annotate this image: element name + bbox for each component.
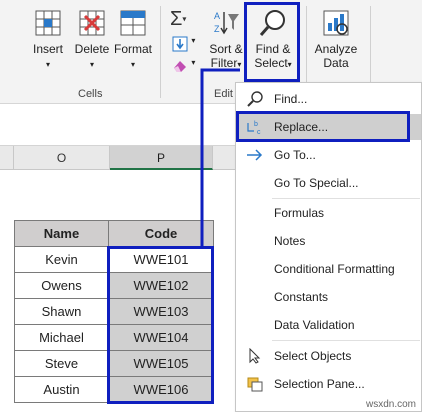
menu-item-data-validation[interactable]: Data Validation: [236, 312, 421, 338]
menu-item-label: Find...: [274, 92, 308, 106]
watermark-text: wsxdn.com: [365, 399, 416, 410]
menu-item-goto[interactable]: Go To...: [236, 142, 421, 168]
menu-item-conditional-formatting[interactable]: Conditional Formatting: [236, 256, 421, 282]
menu-item-selection-pane[interactable]: Selection Pane...: [236, 371, 421, 397]
search-icon: [247, 91, 263, 107]
find-select-highlight: [244, 2, 300, 82]
menu-item-select-objects[interactable]: Select Objects: [236, 343, 421, 369]
menu-item-label: Constants: [274, 290, 329, 304]
menu-item-label: Select Objects: [274, 349, 352, 363]
menu-item-label: Conditional Formatting: [274, 262, 395, 276]
code-range-highlight: [107, 246, 214, 404]
menu-divider: [272, 340, 420, 341]
menu-item-formulas[interactable]: Formulas: [236, 200, 421, 226]
pointer-icon: [249, 348, 261, 364]
menu-item-find[interactable]: Find...: [236, 86, 421, 112]
menu-item-label: Go To...: [274, 148, 316, 162]
selection-pane-icon: [247, 377, 263, 392]
menu-item-notes[interactable]: Notes: [236, 228, 421, 254]
menu-item-label: Notes: [274, 234, 306, 248]
menu-item-label: Selection Pane...: [274, 377, 365, 391]
menu-item-goto-special[interactable]: Go To Special...: [236, 170, 421, 196]
menu-item-label: Data Validation: [274, 318, 355, 332]
menu-item-constants[interactable]: Constants: [236, 284, 421, 310]
menu-item-label: Formulas: [274, 206, 325, 220]
arrow-right-icon: [247, 149, 263, 161]
menu-item-label: Go To Special...: [274, 176, 359, 190]
replace-highlight: [236, 111, 410, 142]
menu-divider: [272, 198, 420, 199]
